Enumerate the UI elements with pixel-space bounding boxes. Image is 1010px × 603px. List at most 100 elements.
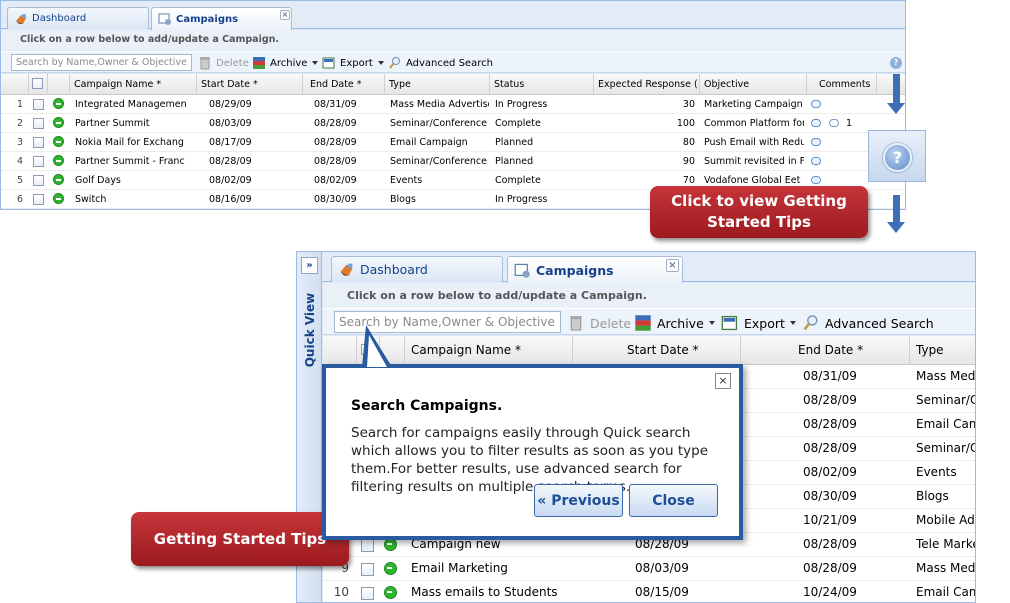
export-button[interactable]: Export: [322, 55, 384, 71]
row-checkbox[interactable]: [33, 118, 44, 129]
quick-view-label[interactable]: Quick View: [302, 289, 318, 371]
row-checkbox[interactable]: [361, 539, 374, 552]
delete-button[interactable]: Delete: [567, 313, 631, 333]
trash-icon: [567, 314, 585, 332]
row-number: 3: [16, 137, 23, 148]
type: Mass Med: [916, 561, 976, 575]
getting-started-tip-dialog: × Search Campaigns. Search for campaigns…: [322, 364, 743, 540]
trash-icon: [198, 56, 212, 70]
tab-dashboard[interactable]: Dashboard: [7, 7, 149, 29]
table-row[interactable]: 1 Integrated Managemen 08/29/09 08/31/09 Mas…: [1, 95, 905, 114]
help-icon[interactable]: ?: [890, 57, 902, 69]
help-button-enlarged[interactable]: ?: [868, 130, 926, 182]
export-label: Export: [744, 315, 785, 331]
table-row[interactable]: 10 Mass emails to Students 08/15/09 10/24/0…: [323, 581, 975, 602]
objective: Common Platform for a: [704, 118, 804, 129]
close-tip-button[interactable]: Close: [629, 484, 718, 517]
status-icon: [53, 193, 64, 204]
archive-button[interactable]: Archive: [252, 55, 319, 71]
close-icon[interactable]: ×: [715, 373, 731, 389]
comment-icon[interactable]: [811, 176, 821, 184]
tab-campaigns[interactable]: Campaigns ×: [507, 256, 683, 283]
column-expected-response[interactable]: Expected Response (: [594, 74, 700, 95]
tip-pointer-inner: [367, 335, 387, 367]
campaign-icon: [158, 12, 172, 26]
close-tab-icon[interactable]: ×: [666, 259, 679, 272]
column-status[interactable]: Status: [490, 74, 594, 95]
start-date: 08/16/09: [209, 194, 252, 205]
export-button[interactable]: Export: [721, 313, 796, 333]
type: Seminar/C: [916, 441, 976, 455]
table-row[interactable]: 3 Nokia Mail for Exchang 08/17/09 08/28/09 E…: [1, 133, 905, 152]
column-type[interactable]: Type: [910, 336, 975, 365]
advanced-search-button[interactable]: Advanced Search: [802, 313, 934, 333]
column-end-date[interactable]: End Date *: [303, 74, 385, 95]
tab-campaigns[interactable]: Campaigns ×: [151, 7, 292, 30]
row-checkbox[interactable]: [33, 99, 44, 110]
comment-icon[interactable]: [811, 119, 821, 127]
status: Planned: [495, 137, 534, 148]
status-icon: [53, 117, 64, 128]
row-checkbox[interactable]: [361, 587, 374, 600]
help-icon[interactable]: ?: [883, 143, 912, 172]
row-checkbox[interactable]: [361, 563, 374, 576]
campaign-name: Partner Summit - Franc: [75, 156, 185, 167]
start-date: 08/17/09: [209, 137, 252, 148]
row-number: 6: [16, 194, 23, 205]
row-checkbox[interactable]: [33, 175, 44, 186]
type: Blogs: [916, 489, 949, 503]
column-start-date[interactable]: Start Date *: [573, 336, 741, 365]
table-row[interactable]: 9 Email Marketing 08/03/09 08/28/09 Mass Med: [323, 557, 976, 581]
archive-button[interactable]: Archive: [634, 313, 715, 333]
row-checkbox[interactable]: [33, 156, 44, 167]
column-start-date[interactable]: Start Date *: [197, 74, 303, 95]
column-end-date[interactable]: End Date *: [741, 336, 910, 365]
table-row[interactable]: 4 Partner Summit - Franc 08/28/09 08/28/09 S…: [1, 152, 905, 171]
column-campaign-name[interactable]: Campaign Name *: [405, 336, 573, 365]
column-objective[interactable]: Objective: [700, 74, 807, 95]
tab-dashboard-label: Dashboard: [32, 13, 87, 24]
previous-tip-button[interactable]: « Previous: [534, 484, 623, 517]
advanced-search-button[interactable]: Advanced Search: [388, 55, 493, 71]
type: Email Campaign: [390, 137, 468, 148]
status-icon: [53, 98, 64, 109]
delete-button[interactable]: Delete: [198, 55, 249, 71]
expand-quick-view-button[interactable]: »: [301, 257, 318, 274]
column-type[interactable]: Type: [385, 74, 490, 95]
end-date: 08/30/09: [314, 194, 357, 205]
column-comments[interactable]: Comments: [807, 74, 877, 95]
type: Mass Med: [916, 369, 976, 383]
arrow-down-icon: [887, 195, 905, 233]
comment-icon[interactable]: [811, 100, 821, 108]
comment-icon[interactable]: [811, 138, 821, 146]
campaign-name: Email Marketing: [411, 561, 508, 575]
tips-callout: Getting Started Tips: [131, 512, 349, 566]
end-date: 08/28/09: [314, 118, 357, 129]
type: Seminar/Conference: [390, 118, 488, 129]
chevron-down-icon: [312, 61, 319, 65]
end-date: 08/28/09: [314, 137, 357, 148]
row-checkbox[interactable]: [33, 194, 44, 205]
end-date: 08/31/09: [314, 99, 357, 110]
start-date: 08/03/09: [209, 118, 252, 129]
row-checkbox[interactable]: [33, 137, 44, 148]
archive-icon: [252, 56, 266, 70]
archive-label: Archive: [657, 315, 704, 331]
search-input[interactable]: Search by Name,Owner & Objective: [11, 54, 192, 71]
comment-icon[interactable]: [811, 157, 821, 165]
toolbar: Search by Name,Owner & Objective Delete …: [1, 51, 905, 73]
select-all-checkbox[interactable]: [32, 78, 43, 89]
close-tab-icon[interactable]: ×: [280, 10, 290, 20]
magnifier-icon: [802, 314, 820, 332]
select-all-header[interactable]: [29, 74, 48, 95]
type: Events: [390, 175, 423, 186]
campaign-name: Integrated Managemen: [75, 99, 187, 110]
table-row[interactable]: 2 Partner Summit 08/03/09 08/28/09 Seminar/C…: [1, 114, 905, 133]
hint-text: Click on a row below to add/update a Cam…: [323, 283, 975, 308]
tab-dashboard[interactable]: Dashboard: [331, 256, 503, 282]
end-date: 08/30/09: [803, 489, 857, 503]
start-date: 08/15/09: [635, 585, 689, 599]
column-campaign-name[interactable]: Campaign Name *: [70, 74, 197, 95]
type: Seminar/C: [916, 393, 976, 407]
type: Email Cam: [916, 417, 976, 431]
